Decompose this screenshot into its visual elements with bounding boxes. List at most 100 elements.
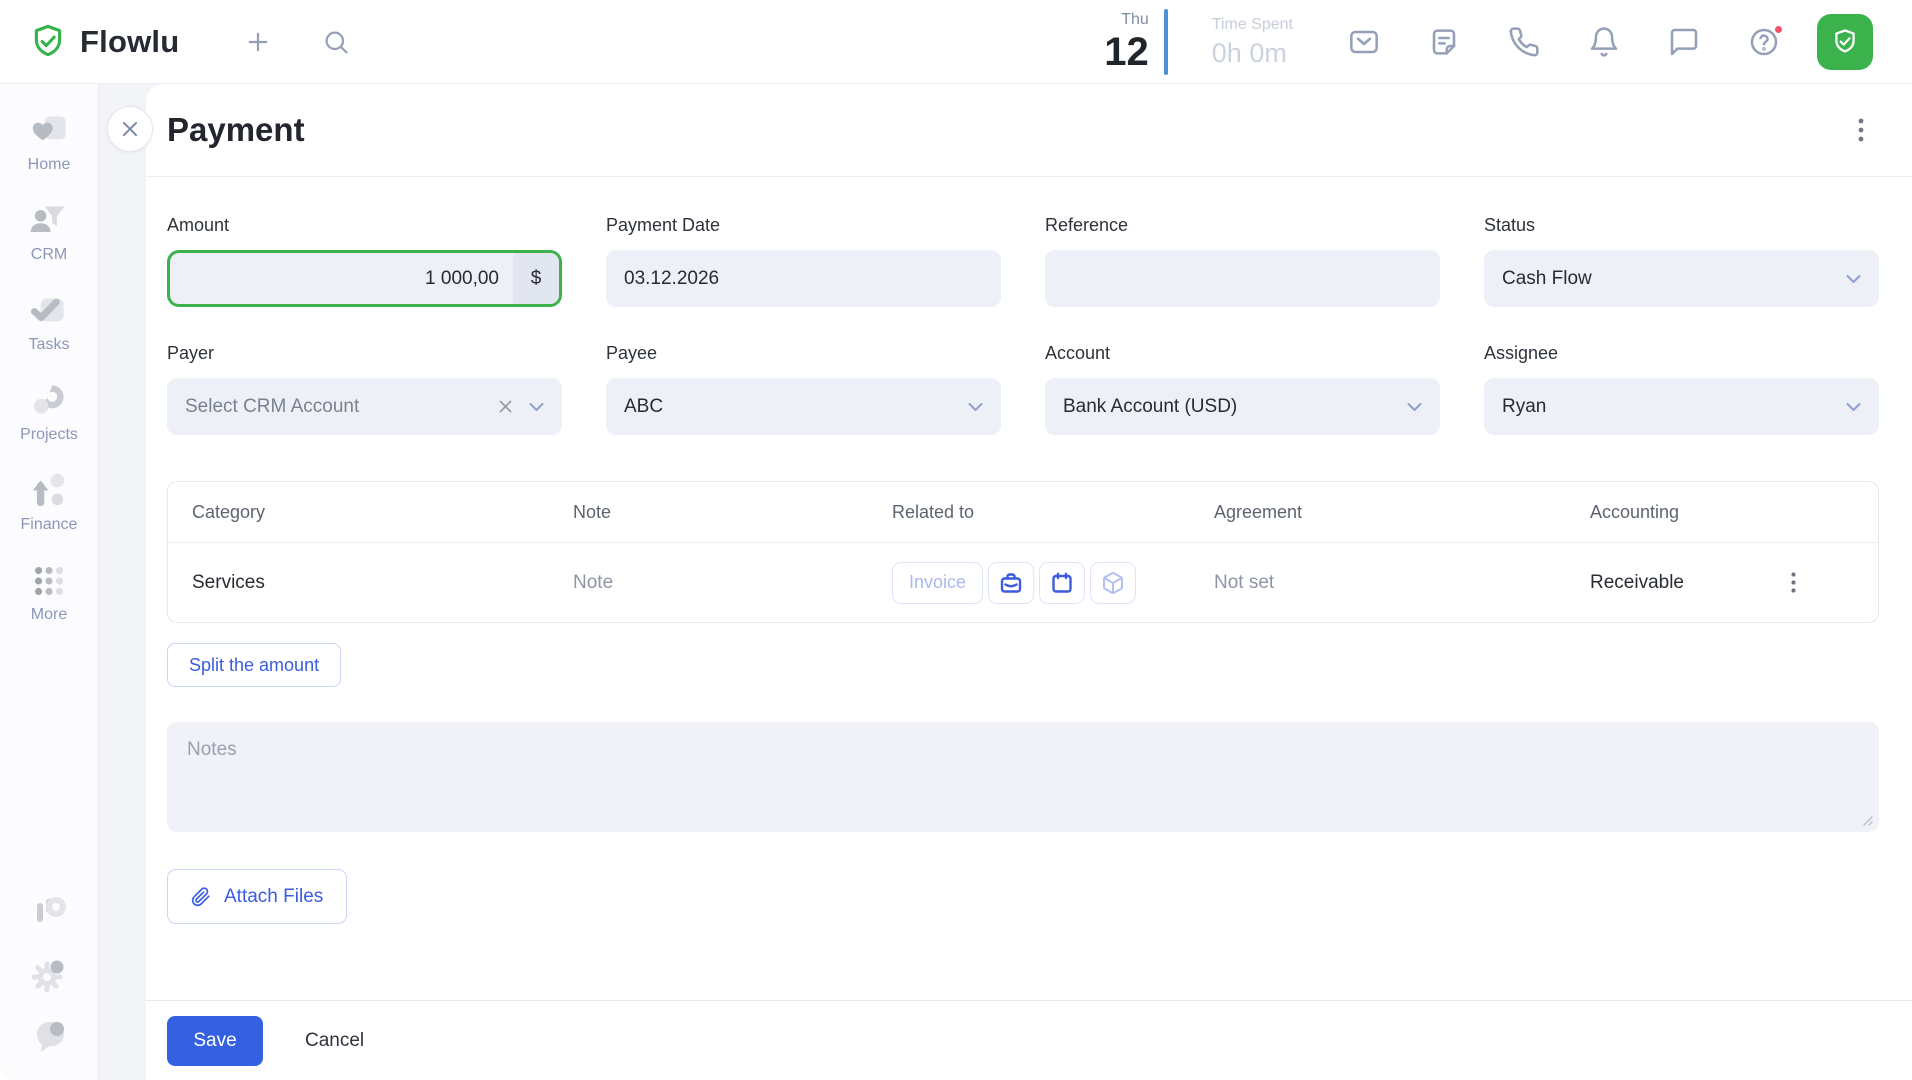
app-frame: Flowlu Thu 12 Time Spent 0h 0m <box>0 0 1912 1080</box>
sidebar: Home CRM Tasks <box>0 84 99 1080</box>
reference-input[interactable] <box>1063 268 1422 290</box>
workspace: Payment Amount Payment Date Reference St… <box>99 84 1912 1080</box>
chat-icon[interactable] <box>1667 25 1701 59</box>
sidebar-label-more: More <box>31 606 67 624</box>
col-header-category: Category <box>168 502 573 523</box>
avatar-shield-icon <box>1829 26 1861 58</box>
notes-icon[interactable] <box>1427 25 1461 59</box>
chevron-down-icon <box>1407 402 1422 412</box>
payment-date-label: Payment Date <box>606 215 1001 236</box>
payment-date-input[interactable] <box>624 268 983 290</box>
status-value: Cash Flow <box>1502 268 1592 290</box>
sidebar-item-finance[interactable]: Finance <box>0 456 98 546</box>
mail-icon[interactable] <box>1347 25 1381 59</box>
status-select[interactable]: Cash Flow <box>1484 250 1879 307</box>
row-kebab-menu-icon[interactable] <box>1778 568 1808 598</box>
time-spent-label: Time Spent <box>1212 17 1293 33</box>
panel-kebab-menu-icon[interactable] <box>1844 113 1878 147</box>
reference-label: Reference <box>1045 215 1440 236</box>
tasks-icon <box>26 288 72 334</box>
page-title: Payment <box>167 111 305 149</box>
create-plus-icon[interactable] <box>241 25 275 59</box>
briefcase-button[interactable] <box>988 562 1034 604</box>
currency-suffix[interactable]: $ <box>513 253 559 304</box>
phone-icon[interactable] <box>1507 25 1541 59</box>
reference-field <box>1045 250 1440 307</box>
time-spent-value: 0h 0m <box>1212 40 1293 67</box>
payer-placeholder: Select CRM Account <box>185 396 359 418</box>
agreement-cell[interactable]: Not set <box>1214 572 1590 594</box>
calendar-button[interactable] <box>1039 562 1085 604</box>
user-avatar[interactable] <box>1817 14 1873 70</box>
account-value: Bank Account (USD) <box>1063 396 1237 418</box>
weekday-label: Thu <box>1104 12 1149 28</box>
payee-select[interactable]: ABC <box>606 378 1001 435</box>
search-icon[interactable] <box>319 25 353 59</box>
sidebar-item-projects[interactable]: Projects <box>0 366 98 456</box>
accounting-cell[interactable]: Receivable <box>1590 572 1708 594</box>
projects-icon <box>26 378 72 424</box>
feedback-bubble-icon[interactable] <box>28 1014 72 1058</box>
account-select[interactable]: Bank Account (USD) <box>1045 378 1440 435</box>
save-button[interactable]: Save <box>167 1016 263 1066</box>
amount-input[interactable] <box>170 253 513 304</box>
amount-field: $ <box>167 250 562 307</box>
chevron-down-icon <box>1846 274 1861 284</box>
home-icon <box>26 108 72 154</box>
assignee-value: Ryan <box>1502 396 1546 418</box>
sidebar-label-finance: Finance <box>21 516 78 534</box>
help-icon[interactable] <box>1747 25 1781 59</box>
apps-brand-icon[interactable] <box>28 890 72 934</box>
account-label: Account <box>1045 343 1440 364</box>
help-notification-dot <box>1773 24 1784 35</box>
invoice-link-button[interactable]: Invoice <box>892 562 983 604</box>
split-amount-button[interactable]: Split the amount <box>167 643 341 687</box>
day-divider <box>1164 9 1168 75</box>
chevron-down-icon <box>968 402 983 412</box>
assignee-label: Assignee <box>1484 343 1879 364</box>
attach-files-button[interactable]: Attach Files <box>167 869 347 924</box>
chevron-down-icon <box>529 402 544 412</box>
close-icon <box>121 120 139 138</box>
note-cell[interactable]: Note <box>573 572 892 594</box>
calendar-day-widget[interactable]: Thu 12 <box>1104 12 1149 72</box>
flowlu-logo[interactable]: Flowlu <box>28 22 179 62</box>
payment-items-table: Category Note Related to Agreement Accou… <box>167 481 1879 623</box>
assignee-select[interactable]: Ryan <box>1484 378 1879 435</box>
chevron-down-icon <box>1846 402 1861 412</box>
payer-label: Payer <box>167 343 562 364</box>
bell-icon[interactable] <box>1587 25 1621 59</box>
settings-gear-icon[interactable] <box>28 952 72 996</box>
flowlu-shield-icon <box>28 22 68 62</box>
top-header: Flowlu Thu 12 Time Spent 0h 0m <box>0 0 1912 84</box>
attach-files-label: Attach Files <box>224 886 323 908</box>
sidebar-label-tasks: Tasks <box>29 336 70 354</box>
sidebar-item-tasks[interactable]: Tasks <box>0 276 98 366</box>
col-header-note: Note <box>573 502 892 523</box>
time-spent-widget[interactable]: Time Spent 0h 0m <box>1212 17 1293 67</box>
col-header-agreement: Agreement <box>1214 502 1590 523</box>
clear-icon[interactable] <box>499 400 512 413</box>
cube-icon <box>1101 571 1125 595</box>
col-header-related-to: Related to <box>892 502 1214 523</box>
payment-date-field <box>606 250 1001 307</box>
category-cell[interactable]: Services <box>168 572 573 594</box>
payee-label: Payee <box>606 343 1001 364</box>
related-to-cell: Invoice <box>892 562 1214 604</box>
product-cube-button[interactable] <box>1090 562 1136 604</box>
cancel-button[interactable]: Cancel <box>305 1030 364 1052</box>
notes-textarea[interactable] <box>167 722 1879 832</box>
table-row: Services Note Invoice <box>168 543 1878 622</box>
briefcase-icon <box>999 571 1023 595</box>
sidebar-item-crm[interactable]: CRM <box>0 186 98 276</box>
amount-label: Amount <box>167 215 562 236</box>
payer-select[interactable]: Select CRM Account <box>167 378 562 435</box>
day-number: 12 <box>1104 32 1149 72</box>
finance-icon <box>26 468 72 514</box>
payee-value: ABC <box>624 396 663 418</box>
sidebar-item-home[interactable]: Home <box>0 96 98 186</box>
calendar-icon <box>1050 571 1074 595</box>
close-button[interactable] <box>107 106 153 152</box>
sidebar-item-more[interactable]: More <box>0 546 98 636</box>
crm-icon <box>26 198 72 244</box>
